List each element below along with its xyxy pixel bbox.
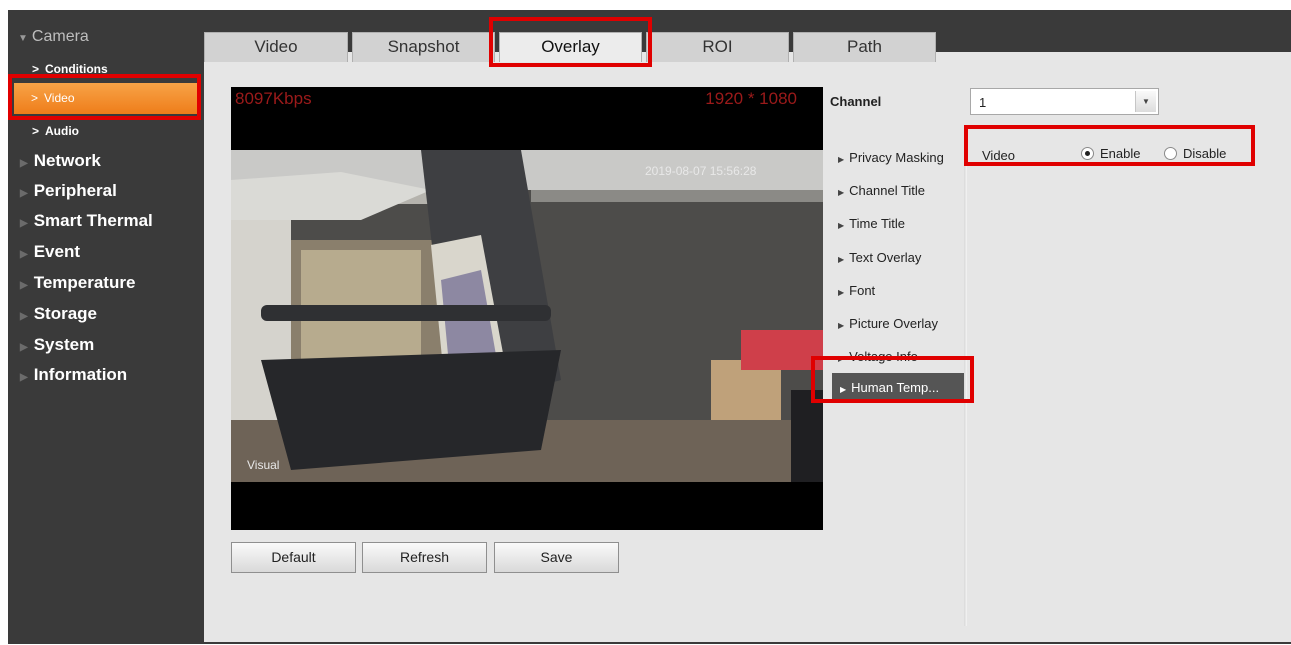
disable-radio-label: Disable <box>1183 146 1227 161</box>
sidebar-item-label: Conditions <box>45 62 108 76</box>
submenu-item-label: Picture Overlay <box>849 316 939 331</box>
bitrate-overlay: 8097Kbps <box>235 89 312 108</box>
sidebar-item-label: Peripheral <box>33 181 117 200</box>
triangle-right-icon: ▶ <box>838 288 845 297</box>
tab-label: Snapshot <box>387 37 460 56</box>
tab-video[interactable]: Video <box>204 32 348 62</box>
sidebar-item-system[interactable]: ▶ System <box>20 335 94 355</box>
submenu-item-privacy-masking[interactable]: ▶ Privacy Masking <box>838 150 944 165</box>
sidebar-item-label: System <box>33 335 95 354</box>
camera-image: 2019-08-07 15:56:28 Visual <box>231 150 823 482</box>
triangle-right-icon: ▶ <box>838 255 845 264</box>
sidebar-item-label: Temperature <box>33 273 136 292</box>
expand-triangle-icon: ▶ <box>20 158 28 169</box>
sidebar-section-camera[interactable]: ▼ Camera <box>18 28 89 46</box>
triangle-right-icon: ▶ <box>838 221 845 230</box>
triangle-right-icon: ▶ <box>838 321 845 330</box>
submenu-item-label: Human Temp... <box>851 380 940 395</box>
sidebar-item-smart-thermal[interactable]: ▶ Smart Thermal <box>20 211 153 231</box>
sidebar-item-label: Network <box>33 151 101 170</box>
sidebar-item-temperature[interactable]: ▶ Temperature <box>20 273 135 293</box>
triangle-right-icon: ▶ <box>838 354 845 363</box>
triangle-right-icon: ▶ <box>838 188 845 197</box>
sidebar-item-conditions[interactable]: > Conditions <box>32 62 108 76</box>
submenu-item-label: Time Title <box>849 216 906 231</box>
channel-label: Channel <box>830 94 882 109</box>
panel-divider <box>964 134 967 626</box>
submenu-item-text-overlay[interactable]: ▶ Text Overlay <box>838 250 921 265</box>
sidebar-item-peripheral[interactable]: ▶ Peripheral <box>20 181 117 201</box>
submenu-item-label: Font <box>849 283 876 298</box>
sidebar-item-label: Event <box>33 242 80 261</box>
expand-triangle-icon: ▶ <box>20 218 28 229</box>
sidebar: ▼ Camera > Conditions > Video > Audio ▶ Netwo… <box>8 10 203 644</box>
refresh-button[interactable]: Refresh <box>362 542 487 573</box>
channel-select[interactable]: 1 ▼ <box>970 88 1159 115</box>
sidebar-item-network[interactable]: ▶ Network <box>20 151 101 171</box>
sidebar-item-label: Storage <box>33 304 97 323</box>
disable-radio[interactable]: Disable <box>1164 146 1226 161</box>
sidebar-item-information[interactable]: ▶ Information <box>20 365 127 385</box>
tab-label: ROI <box>702 37 733 56</box>
sidebar-item-label: Audio <box>45 124 80 138</box>
expand-triangle-icon: ▶ <box>20 188 28 199</box>
sidebar-item-event[interactable]: ▶ Event <box>20 242 80 262</box>
channel-name-overlay: Visual <box>247 458 280 472</box>
datetime-overlay: 2019-08-07 15:56:28 <box>645 164 757 178</box>
submenu-item-label: Text Overlay <box>849 250 922 265</box>
tab-overlay[interactable]: Overlay <box>499 32 642 62</box>
triangle-right-icon: ▶ <box>838 155 845 164</box>
video-setting-label: Video <box>982 148 1016 163</box>
chevron-right-icon: > <box>32 62 40 76</box>
tab-snapshot[interactable]: Snapshot <box>352 32 495 62</box>
office-scene-image <box>231 150 823 482</box>
expand-triangle-icon: ▶ <box>20 311 28 322</box>
expand-triangle-icon: ▶ <box>20 372 28 383</box>
chevron-right-icon: > <box>31 91 39 105</box>
triangle-right-icon: ▶ <box>840 385 847 394</box>
resolution-overlay: 1920 * 1080 <box>705 89 797 108</box>
radio-unselected-icon[interactable] <box>1164 147 1177 160</box>
submenu-item-label: Privacy Masking <box>849 150 944 165</box>
enable-radio-label: Enable <box>1100 146 1141 161</box>
submenu-item-label: Channel Title <box>849 183 926 198</box>
tab-path[interactable]: Path <box>793 32 936 62</box>
expand-triangle-icon: ▶ <box>20 280 28 291</box>
sidebar-item-label: Video <box>44 91 75 105</box>
collapse-triangle-icon: ▼ <box>18 33 28 44</box>
save-button[interactable]: Save <box>494 542 619 573</box>
dropdown-arrow-icon[interactable]: ▼ <box>1135 91 1156 112</box>
sidebar-item-audio[interactable]: > Audio <box>32 124 79 138</box>
sidebar-item-label: Smart Thermal <box>33 211 153 230</box>
expand-triangle-icon: ▶ <box>20 342 28 353</box>
sidebar-item-label: Information <box>33 365 128 384</box>
video-preview[interactable]: 8097Kbps 1920 * 1080 2019-08-07 15:56:28… <box>231 87 823 530</box>
submenu-item-voltage-info[interactable]: ▶ Voltage Info <box>838 349 918 364</box>
tab-label: Path <box>847 37 882 56</box>
sidebar-item-video[interactable]: > Video <box>14 83 199 114</box>
tab-label: Overlay <box>541 37 600 56</box>
submenu-item-time-title[interactable]: ▶ Time Title <box>838 216 905 231</box>
app-frame: ▼ Camera > Conditions > Video > Audio ▶ Netwo… <box>8 10 1291 644</box>
main-panel: Video Snapshot Overlay ROI Path 8097Kbps… <box>204 22 1291 642</box>
tab-label: Video <box>254 37 298 56</box>
chevron-right-icon: > <box>32 124 40 138</box>
default-button[interactable]: Default <box>231 542 356 573</box>
radio-selected-icon[interactable] <box>1081 147 1094 160</box>
sidebar-item-storage[interactable]: ▶ Storage <box>20 304 97 324</box>
channel-select-value: 1 <box>979 95 987 110</box>
submenu-item-picture-overlay[interactable]: ▶ Picture Overlay <box>838 316 938 331</box>
expand-triangle-icon: ▶ <box>20 249 28 260</box>
tab-roi[interactable]: ROI <box>646 32 789 62</box>
submenu-item-channel-title[interactable]: ▶ Channel Title <box>838 183 925 198</box>
sidebar-section-label: Camera <box>31 28 89 45</box>
submenu-item-font[interactable]: ▶ Font <box>838 283 875 298</box>
submenu-item-human-temp[interactable]: ▶ Human Temp... <box>832 373 965 403</box>
enable-radio[interactable]: Enable <box>1081 146 1140 161</box>
submenu-item-label: Voltage Info <box>849 349 918 364</box>
